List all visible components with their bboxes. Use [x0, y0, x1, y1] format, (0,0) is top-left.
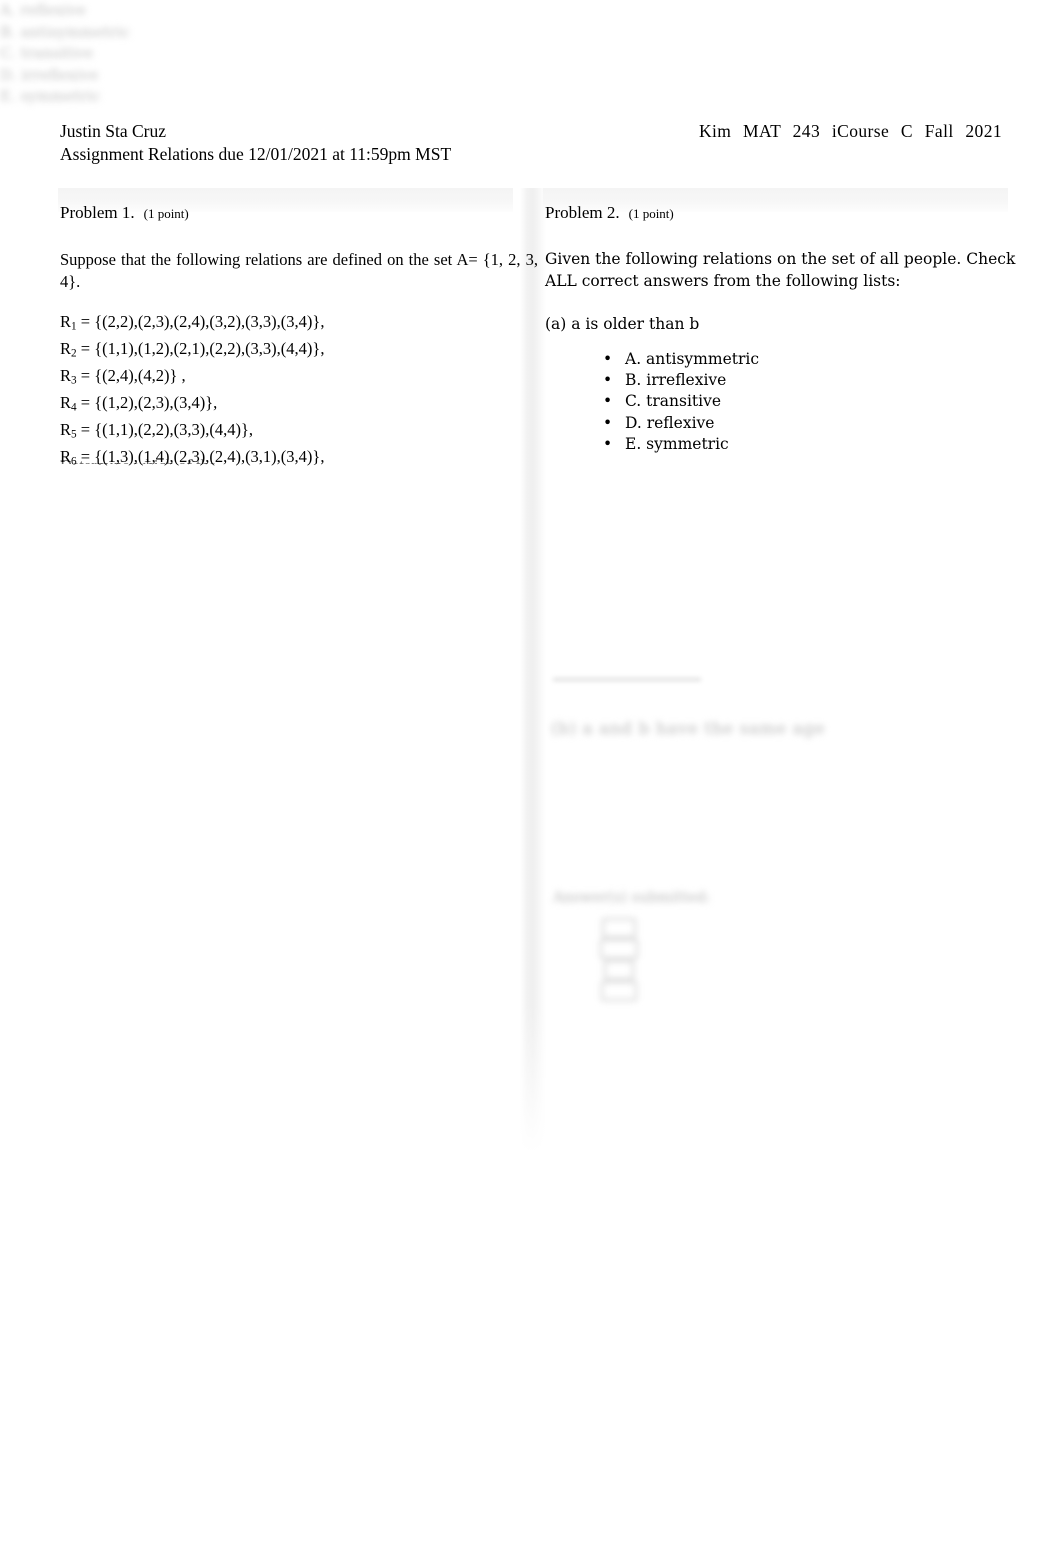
list-item[interactable]: • E. symmetric [603, 434, 1023, 455]
ghost-answer-box [601, 981, 637, 1001]
ghost-option-list: A. reflexive B. antisymmetric C. transit… [0, 0, 1062, 108]
relation-value: {(2,4),(4,2)} , [94, 366, 186, 386]
course-instructor: Kim [698, 121, 732, 141]
relation-line: R1 = {(2,2),(2,3),(2,4),(3,2),(3,3),(3,4… [60, 311, 538, 338]
relation-equals: = [80, 366, 91, 386]
course-subject: MAT [743, 121, 781, 141]
list-item[interactable]: • C. transitive [603, 391, 1023, 412]
clipped-text-line: Determine which of the [60, 455, 360, 464]
relation-symbol: R2 [60, 339, 77, 360]
problem-2-heading: Problem 2. (1 point) [545, 188, 1023, 225]
relation-symbol: R3 [60, 366, 77, 387]
problem-2-part-a: (a) a is older than b [545, 315, 700, 333]
document-page: Justin Sta Cruz Assignment Relations due… [0, 0, 1062, 1561]
ghost-answer-box [602, 918, 636, 938]
ghost-list-item: E. symmetric [0, 87, 101, 105]
relation-equals: = [80, 393, 91, 413]
ghost-answer-box [600, 939, 638, 959]
problem-columns: Problem 1. (1 point) Suppose that the fol… [0, 188, 1062, 488]
relation-symbol: R1 [60, 312, 77, 333]
assignment-due-line: Assignment Relations due 12/01/2021 at 1… [60, 144, 452, 164]
relation-line: R4 = {(1,2),(2,3),(3,4)}, [60, 392, 538, 419]
ghost-list-item: A. reflexive [0, 1, 86, 19]
bullet-icon: • [603, 371, 613, 390]
course-section: C [900, 121, 913, 141]
ghost-list-item: C. transitive [0, 44, 93, 62]
problem-2-statement: Given the following relations on the set… [545, 250, 1016, 290]
ghost-answer-boxes [598, 918, 642, 1001]
course-info: Kim MAT 243 iCourse C Fall 2021 [699, 120, 1002, 143]
problem-1: Problem 1. (1 point) Suppose that the fol… [60, 188, 538, 473]
option-label: C. transitive [625, 392, 722, 411]
ghost-rule [553, 678, 701, 681]
relation-value: {(1,1),(1,2),(2,1),(2,2),(3,3),(4,4)}, [94, 339, 325, 359]
bullet-icon: • [603, 392, 613, 411]
relation-equals: = [80, 312, 91, 331]
ghost-answer-label: Answer(s) submitted: [553, 890, 711, 906]
relation-symbol: R5 [60, 420, 77, 441]
ghost-answer-box [604, 960, 634, 980]
problem-1-label: Problem 1. [60, 203, 135, 222]
ghost-list-item: B. antisymmetric [0, 22, 130, 41]
relation-value: {(1,1),(2,2),(3,3),(4,4)}, [94, 420, 253, 440]
option-label: D. reflexive [625, 413, 715, 432]
option-label: B. irreflexive [625, 371, 727, 390]
relation-line: R5 = {(1,1),(2,2),(3,3),(4,4)}, [60, 419, 538, 446]
relation-definitions: R1 = {(2,2),(2,3),(2,4),(3,2),(3,3),(3,4… [60, 311, 538, 473]
relation-line: R3 = {(2,4),(4,2)} , [60, 365, 538, 392]
problem-2-option-list: • A. antisymmetric • B. irreflexive • C.… [545, 349, 1023, 455]
list-item[interactable]: • A. antisymmetric [603, 349, 1023, 370]
relation-line: R2 = {(1,1),(1,2),(2,1),(2,2),(3,3),(4,4… [60, 338, 538, 365]
course-term: Fall [924, 121, 954, 141]
course-number: 243 [792, 121, 821, 141]
bullet-icon: • [603, 434, 613, 453]
list-item[interactable]: • B. irreflexive [603, 370, 1023, 391]
ghost-list-item: D. irreflexive [0, 65, 99, 84]
student-name: Justin Sta Cruz [60, 121, 166, 141]
course-mode: iCourse [831, 121, 890, 141]
course-year: 2021 [965, 121, 1002, 141]
problem-1-statement: Suppose that the following relations are… [60, 250, 538, 291]
relation-equals: = [80, 420, 91, 440]
header-left: Justin Sta Cruz Assignment Relations due… [60, 120, 451, 166]
problem-1-heading: Problem 1. (1 point) [60, 188, 538, 225]
relation-value: {(1,2),(2,3),(3,4)}, [94, 393, 218, 413]
relation-equals: = [80, 339, 91, 359]
list-item[interactable]: • D. reflexive [603, 413, 1023, 434]
bullet-icon: • [603, 350, 613, 368]
document-header: Justin Sta Cruz Assignment Relations due… [60, 120, 1002, 166]
problem-2-label: Problem 2. [545, 203, 620, 222]
ghost-heading: (b) a and b have the same age [551, 719, 826, 739]
problem-1-points: (1 point) [143, 206, 189, 221]
problem-2-points: (1 point) [628, 206, 674, 221]
problem-2: Problem 2. (1 point) Given the following … [545, 188, 1023, 455]
option-label: A. antisymmetric [625, 350, 760, 368]
relation-symbol: R4 [60, 393, 77, 414]
bullet-icon: • [603, 413, 613, 432]
relation-value: {(2,2),(2,3),(2,4),(3,2),(3,3),(3,4)}, [94, 312, 325, 331]
option-label: E. symmetric [625, 434, 729, 453]
